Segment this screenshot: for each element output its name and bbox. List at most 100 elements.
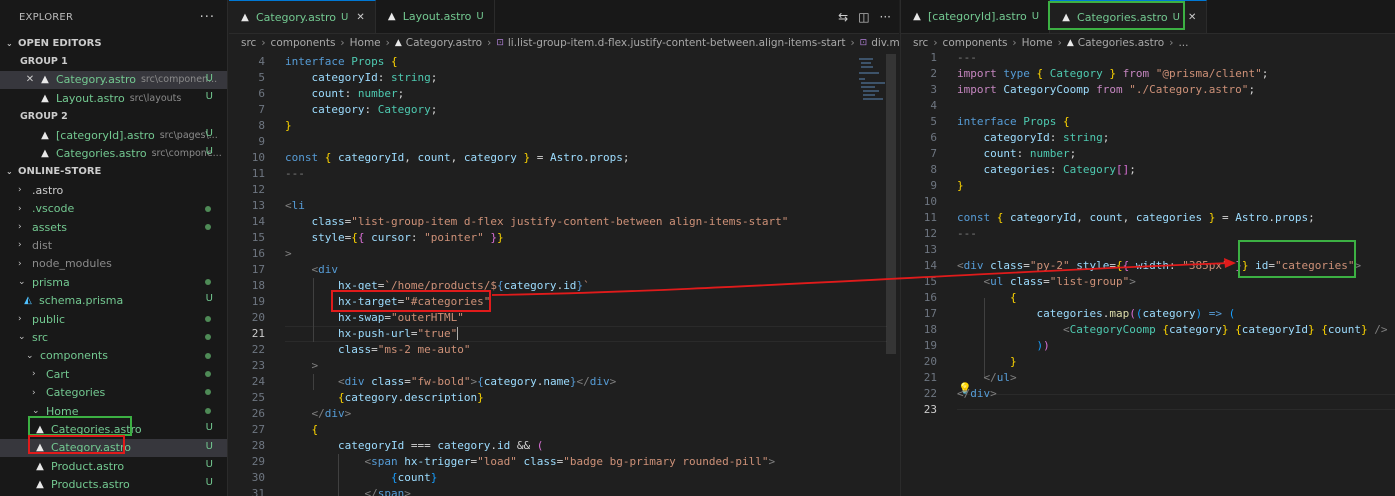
file-path: src\layouts: [129, 92, 182, 104]
breadcrumb-item[interactable]: Category.astro: [406, 37, 482, 49]
close-icon[interactable]: ✕: [356, 12, 364, 23]
chevron-right-icon: ›: [32, 387, 36, 398]
breadcrumb-item[interactable]: components: [943, 37, 1008, 49]
code-line: >: [285, 247, 292, 260]
code-line: hx-push-url="true": [337, 327, 459, 340]
annotation-green-box: [1048, 1, 1185, 30]
group-1-header[interactable]: GROUP 1: [0, 52, 227, 70]
chevron-right-icon: ›: [1012, 36, 1017, 49]
code-editor[interactable]: 1 2 3 4 5 6 7 8 9 10 11 12 13 14 15 16 1…: [901, 50, 1395, 496]
tree-folder-assets[interactable]: › assets: [0, 218, 227, 236]
code-line: <span hx-trigger="load" class="badge bg-…: [364, 455, 776, 468]
untracked-badge: U: [205, 458, 213, 470]
untracked-badge: U: [205, 422, 213, 434]
breadcrumb-item[interactable]: Home: [350, 37, 381, 49]
open-editor-categoryid-astro[interactable]: ▲ [categoryId].astro src\pages\... U: [0, 126, 227, 144]
line-number: 28: [251, 439, 265, 452]
code-line: {category.description}: [337, 391, 484, 404]
tree-folder-cart[interactable]: › Cart: [0, 365, 227, 383]
project-section[interactable]: ⌄ ONLINE-STORE: [0, 163, 227, 181]
tree-folder-public[interactable]: › public: [0, 310, 227, 328]
line-number: 12: [251, 183, 265, 196]
tree-folder-vscode[interactable]: › .vscode: [0, 200, 227, 218]
group-2-header[interactable]: GROUP 2: [0, 108, 227, 126]
code-line: categories.map((category) => (: [1036, 307, 1236, 320]
tree-file-products-astro[interactable]: ▲ Products.astro U: [0, 475, 227, 493]
chevron-right-icon: ›: [1057, 36, 1062, 49]
open-editors-section[interactable]: ⌄ OPEN EDITORS: [0, 34, 227, 52]
tree-file-schema-prisma[interactable]: ◭ schema.prisma U: [0, 291, 227, 309]
breadcrumb-item[interactable]: Categories.astro: [1078, 37, 1164, 49]
breadcrumb: src › components › Home › ▲ Categories.astro…: [901, 34, 1395, 51]
tree-folder-node-modules[interactable]: › node_modules: [0, 255, 227, 273]
code-line: {: [311, 423, 319, 436]
close-icon[interactable]: ✕: [24, 74, 36, 85]
breadcrumb-item[interactable]: src: [913, 37, 928, 49]
open-editor-layout-astro[interactable]: ▲ Layout.astro src\layouts U: [0, 89, 227, 107]
compare-changes-icon[interactable]: ⇆: [838, 10, 848, 24]
breadcrumb: src › components › Home › ▲ Category.astro › …: [229, 34, 899, 51]
untracked-dot: [205, 334, 211, 341]
line-number: 17: [923, 307, 937, 320]
line-number: 4: [930, 99, 937, 112]
breadcrumb-item[interactable]: src: [241, 37, 256, 49]
untracked-dot: [205, 279, 211, 286]
tree-folder-src[interactable]: ⌄ src: [0, 328, 227, 346]
chevron-down-icon: ⌄: [32, 406, 40, 416]
line-number: 10: [923, 195, 937, 208]
untracked-badge: U: [205, 127, 213, 139]
annotation-red-box: [331, 290, 491, 312]
breadcrumb-item[interactable]: li.list-group-item.d-flex.justify-conten…: [508, 37, 846, 49]
tree-folder-astro[interactable]: › .astro: [0, 181, 227, 199]
open-editor-category-astro[interactable]: ✕ ▲ Category.astro src\componen... U: [0, 70, 227, 90]
explorer-title: EXPLORER: [19, 11, 74, 23]
tree-folder-prisma[interactable]: ⌄ prisma: [0, 273, 227, 291]
scrollbar[interactable]: [886, 54, 896, 354]
file-name: Products.astro: [51, 478, 130, 492]
tree-folder-components[interactable]: ⌄ components: [0, 347, 227, 365]
chevron-down-icon: ⌄: [6, 38, 13, 48]
tab-category-astro[interactable]: ▲ Category.astro U ✕: [229, 0, 376, 33]
tab-layout-astro[interactable]: ▲ Layout.astro U: [375, 0, 495, 33]
tree-folder-dist[interactable]: › dist: [0, 236, 227, 254]
open-editor-categories-astro[interactable]: ▲ Categories.astro src\compone... U: [0, 144, 227, 162]
breadcrumb-item[interactable]: components: [271, 37, 336, 49]
code-line: style={{ cursor: "pointer" }}: [311, 231, 504, 244]
ellipsis-icon[interactable]: ···: [200, 10, 215, 25]
folder-name: .astro: [32, 183, 64, 197]
minimap[interactable]: [857, 54, 885, 354]
line-number: 7: [930, 147, 937, 160]
line-number: 5: [258, 71, 265, 84]
chevron-down-icon: ⌄: [26, 350, 34, 361]
minimap-line: [861, 82, 885, 84]
line-number: 15: [251, 231, 265, 244]
minimap-line: [863, 98, 883, 100]
breadcrumb-item[interactable]: div.ms-2.me: [871, 37, 899, 49]
close-icon[interactable]: ✕: [1188, 12, 1196, 23]
tab-label: [categoryId].astro: [928, 10, 1027, 23]
folder-name: dist: [32, 238, 53, 252]
line-number: 17: [251, 263, 265, 276]
code-editor[interactable]: 4 5 6 7 8 9 10 11 12 13 14 15 16 17 18 1…: [229, 54, 899, 496]
astro-file-icon: ▲: [241, 11, 249, 23]
split-editor-icon[interactable]: ◫: [858, 10, 869, 24]
editor-group-1: ▲ Category.astro U ✕ ▲ Layout.astro U ⇆ …: [229, 0, 899, 496]
code-line: </span>: [364, 487, 411, 496]
more-actions-icon[interactable]: ···: [880, 10, 891, 24]
line-number: 31: [251, 487, 265, 496]
line-number: 21: [923, 371, 937, 384]
folder-name: .vscode: [32, 202, 75, 216]
line-number: 6: [258, 87, 265, 100]
astro-file-icon: ▲: [1066, 37, 1074, 48]
tree-folder-categories[interactable]: › Categories: [0, 383, 227, 401]
tab-categoryid-astro[interactable]: ▲ [categoryId].astro U: [901, 0, 1051, 33]
code-line: )): [1036, 339, 1050, 352]
breadcrumb-item[interactable]: Home: [1022, 37, 1053, 49]
chevron-right-icon: ›: [385, 36, 390, 49]
code-line: import CategoryCoomp from "./Category.as…: [957, 83, 1256, 96]
tree-file-product-astro[interactable]: ▲ Product.astro U: [0, 457, 227, 475]
astro-file-icon: ▲: [41, 92, 49, 104]
untracked-dot: [205, 223, 211, 230]
breadcrumb-item[interactable]: ...: [1178, 37, 1188, 49]
lightbulb-icon[interactable]: 💡: [958, 381, 972, 397]
